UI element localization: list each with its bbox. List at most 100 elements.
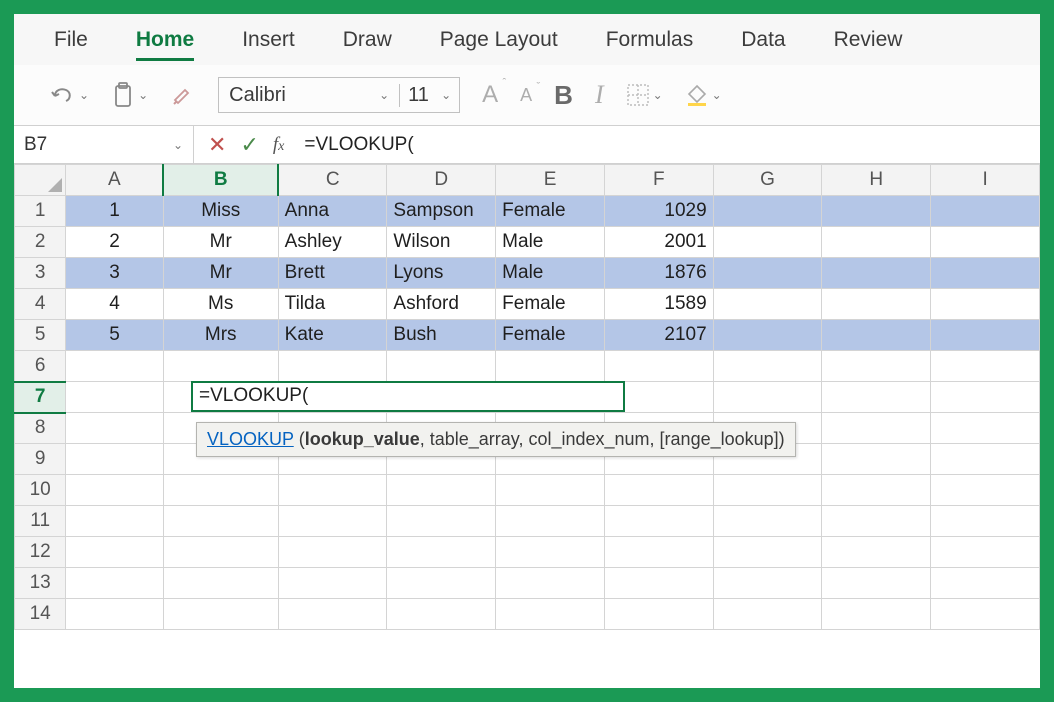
cell-H3[interactable] (822, 258, 931, 289)
cell-G11[interactable] (713, 506, 822, 537)
cell-A10[interactable] (66, 475, 163, 506)
formula-input[interactable]: =VLOOKUP( (298, 134, 1040, 156)
cell-H14[interactable] (822, 599, 931, 630)
cell-G1[interactable] (713, 196, 822, 227)
cell-I3[interactable] (931, 258, 1040, 289)
cell-D7[interactable] (387, 382, 496, 413)
row-header-5[interactable]: 5 (15, 320, 66, 351)
cell-A9[interactable] (66, 444, 163, 475)
cell-D13[interactable] (387, 568, 496, 599)
cell-F1[interactable]: 1029 (604, 196, 713, 227)
tab-data[interactable]: Data (741, 28, 785, 61)
tab-insert[interactable]: Insert (242, 28, 295, 61)
cell-A8[interactable] (66, 413, 163, 444)
cell-A12[interactable] (66, 537, 163, 568)
cell-C14[interactable] (278, 599, 387, 630)
cell-B14[interactable] (163, 599, 278, 630)
cell-E14[interactable] (496, 599, 605, 630)
row-header-6[interactable]: 6 (15, 351, 66, 382)
cell-B13[interactable] (163, 568, 278, 599)
row-header-1[interactable]: 1 (15, 196, 66, 227)
cell-C7[interactable] (278, 382, 387, 413)
cell-E4[interactable]: Female (496, 289, 605, 320)
tab-formulas[interactable]: Formulas (606, 28, 694, 61)
cell-E2[interactable]: Male (496, 227, 605, 258)
format-painter-button[interactable] (170, 82, 196, 108)
cell-A1[interactable]: 1 (66, 196, 163, 227)
cell-H7[interactable] (822, 382, 931, 413)
enter-icon[interactable]: ✓ (240, 132, 258, 158)
cell-B6[interactable] (163, 351, 278, 382)
cell-G6[interactable] (713, 351, 822, 382)
cell-G7[interactable] (713, 382, 822, 413)
italic-button[interactable]: I (595, 80, 604, 110)
cell-F4[interactable]: 1589 (604, 289, 713, 320)
cell-D2[interactable]: Wilson (387, 227, 496, 258)
cell-B5[interactable]: Mrs (163, 320, 278, 351)
cell-E6[interactable] (496, 351, 605, 382)
cell-H8[interactable] (822, 413, 931, 444)
cell-G10[interactable] (713, 475, 822, 506)
cell-B11[interactable] (163, 506, 278, 537)
cell-A4[interactable]: 4 (66, 289, 163, 320)
fill-color-button[interactable]: ⌄ (685, 83, 722, 107)
cell-I11[interactable] (931, 506, 1040, 537)
clipboard-button[interactable]: ⌄ (111, 81, 148, 109)
cell-B4[interactable]: Ms (163, 289, 278, 320)
cell-F5[interactable]: 2107 (604, 320, 713, 351)
tooltip-func-link[interactable]: VLOOKUP (207, 429, 294, 449)
cell-C6[interactable] (278, 351, 387, 382)
cell-F11[interactable] (604, 506, 713, 537)
cell-C5[interactable]: Kate (278, 320, 387, 351)
cell-I1[interactable] (931, 196, 1040, 227)
cell-G13[interactable] (713, 568, 822, 599)
col-header-D[interactable]: D (387, 165, 496, 196)
cell-D11[interactable] (387, 506, 496, 537)
cell-F12[interactable] (604, 537, 713, 568)
cell-D5[interactable]: Bush (387, 320, 496, 351)
cell-B7[interactable] (163, 382, 278, 413)
cell-C13[interactable] (278, 568, 387, 599)
cell-E10[interactable] (496, 475, 605, 506)
cell-I7[interactable] (931, 382, 1040, 413)
cancel-icon[interactable]: ✕ (208, 132, 226, 158)
cell-C2[interactable]: Ashley (278, 227, 387, 258)
cell-H10[interactable] (822, 475, 931, 506)
cell-B12[interactable] (163, 537, 278, 568)
cell-E7[interactable] (496, 382, 605, 413)
undo-button[interactable]: ⌄ (50, 83, 89, 107)
cell-A2[interactable]: 2 (66, 227, 163, 258)
borders-button[interactable]: ⌄ (626, 83, 663, 107)
cell-E12[interactable] (496, 537, 605, 568)
name-box[interactable]: B7 ⌄ (14, 126, 194, 163)
row-header-2[interactable]: 2 (15, 227, 66, 258)
cell-I9[interactable] (931, 444, 1040, 475)
tab-page-layout[interactable]: Page Layout (440, 28, 558, 61)
cell-G12[interactable] (713, 537, 822, 568)
increase-font-button[interactable]: Aˆ (482, 81, 498, 109)
cell-I2[interactable] (931, 227, 1040, 258)
decrease-font-button[interactable]: Aˇ (520, 85, 532, 106)
col-header-H[interactable]: H (822, 165, 931, 196)
cell-E3[interactable]: Male (496, 258, 605, 289)
cell-F6[interactable] (604, 351, 713, 382)
col-header-E[interactable]: E (496, 165, 605, 196)
cell-I8[interactable] (931, 413, 1040, 444)
cell-D1[interactable]: Sampson (387, 196, 496, 227)
cell-G4[interactable] (713, 289, 822, 320)
cell-E13[interactable] (496, 568, 605, 599)
spreadsheet-grid[interactable]: ABCDEFGHI11MissAnnaSampsonFemale102922Mr… (14, 164, 1040, 688)
cell-I13[interactable] (931, 568, 1040, 599)
cell-A6[interactable] (66, 351, 163, 382)
col-header-A[interactable]: A (66, 165, 163, 196)
cell-C1[interactable]: Anna (278, 196, 387, 227)
col-header-G[interactable]: G (713, 165, 822, 196)
cell-A3[interactable]: 3 (66, 258, 163, 289)
font-selector[interactable]: Calibri⌄ 11⌄ (218, 77, 460, 113)
cell-F3[interactable]: 1876 (604, 258, 713, 289)
cell-B10[interactable] (163, 475, 278, 506)
tab-file[interactable]: File (54, 28, 88, 61)
cell-G14[interactable] (713, 599, 822, 630)
cell-E11[interactable] (496, 506, 605, 537)
row-header-14[interactable]: 14 (15, 599, 66, 630)
